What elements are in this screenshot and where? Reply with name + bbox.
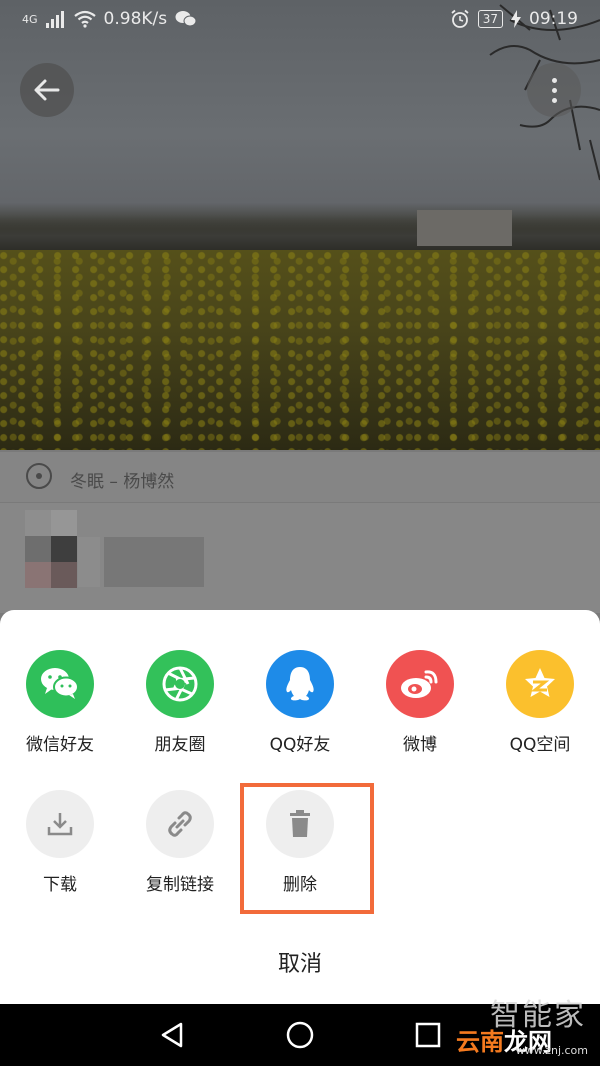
network-speed: 0.98K/s bbox=[103, 9, 168, 29]
action-label: 复制链接 bbox=[146, 875, 214, 895]
nav-back-button[interactable] bbox=[156, 1019, 188, 1051]
more-options-button[interactable] bbox=[527, 63, 581, 117]
music-row[interactable]: 冬眠 – 杨博然 bbox=[0, 452, 600, 502]
music-disc-icon bbox=[26, 463, 52, 489]
wechat-icon bbox=[26, 650, 94, 718]
share-sheet: 微信好友 朋友圈 QQ好友 微博 QQ空间 下载 复制链接 删除 取消 bbox=[0, 610, 600, 1004]
nav-home-button[interactable] bbox=[284, 1019, 316, 1051]
square-recents-icon bbox=[415, 1022, 441, 1048]
cancel-button[interactable]: 取消 bbox=[0, 946, 600, 978]
download-icon bbox=[26, 790, 94, 858]
share-moments[interactable]: 朋友圈 bbox=[120, 650, 240, 755]
triangle-back-icon bbox=[161, 1022, 183, 1048]
status-bar: 4G 0.98K/s 37 09:19 bbox=[0, 0, 600, 40]
network-type: 4G bbox=[22, 12, 38, 26]
trash-icon bbox=[266, 790, 334, 858]
qzone-icon bbox=[506, 650, 574, 718]
pixelated-avatar bbox=[25, 510, 77, 588]
moment-photo[interactable] bbox=[0, 0, 600, 450]
qq-icon bbox=[266, 650, 334, 718]
battery-indicator: 37 bbox=[477, 10, 503, 28]
building bbox=[417, 210, 512, 246]
screen: 4G 0.98K/s 37 09:19 冬眠 – 杨博然 微信好友 朋友圈 QQ… bbox=[0, 0, 600, 1066]
charging-icon bbox=[511, 10, 521, 28]
share-qq-friend[interactable]: QQ好友 bbox=[240, 650, 360, 755]
alarm-icon bbox=[451, 9, 469, 28]
nav-recents-button[interactable] bbox=[412, 1019, 444, 1051]
copy-link-button[interactable]: 复制链接 bbox=[120, 790, 240, 895]
wechat-notification-icon bbox=[175, 11, 197, 27]
link-icon bbox=[146, 790, 214, 858]
actions-row: 下载 复制链接 删除 bbox=[0, 790, 600, 900]
share-label: 微信好友 bbox=[26, 735, 94, 755]
share-qzone[interactable]: QQ空间 bbox=[480, 650, 600, 755]
clock: 09:19 bbox=[529, 9, 578, 29]
moments-icon bbox=[146, 650, 214, 718]
wifi-icon bbox=[73, 10, 96, 28]
music-title: 冬眠 – 杨博然 bbox=[70, 472, 175, 492]
download-button[interactable]: 下载 bbox=[0, 790, 120, 895]
share-wechat-friend[interactable]: 微信好友 bbox=[0, 650, 120, 755]
share-weibo[interactable]: 微博 bbox=[360, 650, 480, 755]
share-targets-row: 微信好友 朋友圈 QQ好友 微博 QQ空间 bbox=[0, 650, 600, 760]
rapeseed-field bbox=[0, 250, 600, 450]
pixelated-username bbox=[104, 537, 204, 587]
action-label: 下载 bbox=[43, 875, 77, 895]
share-label: QQ空间 bbox=[509, 735, 571, 755]
share-label: QQ好友 bbox=[269, 735, 331, 755]
arrow-left-icon bbox=[34, 79, 60, 101]
more-dot-icon bbox=[551, 77, 557, 83]
share-label: 微博 bbox=[403, 735, 437, 755]
signal-icon bbox=[45, 11, 64, 28]
weibo-icon bbox=[386, 650, 454, 718]
share-label: 朋友圈 bbox=[154, 735, 206, 755]
action-label: 删除 bbox=[283, 875, 317, 895]
circle-home-icon bbox=[286, 1021, 314, 1049]
watermark-logo: 智能家 云南龙网 www.znj.com bbox=[456, 998, 588, 1057]
back-button[interactable] bbox=[20, 63, 74, 117]
delete-button[interactable]: 删除 bbox=[240, 790, 360, 895]
navigation-bar: 智能家 云南龙网 www.znj.com bbox=[0, 998, 600, 1066]
